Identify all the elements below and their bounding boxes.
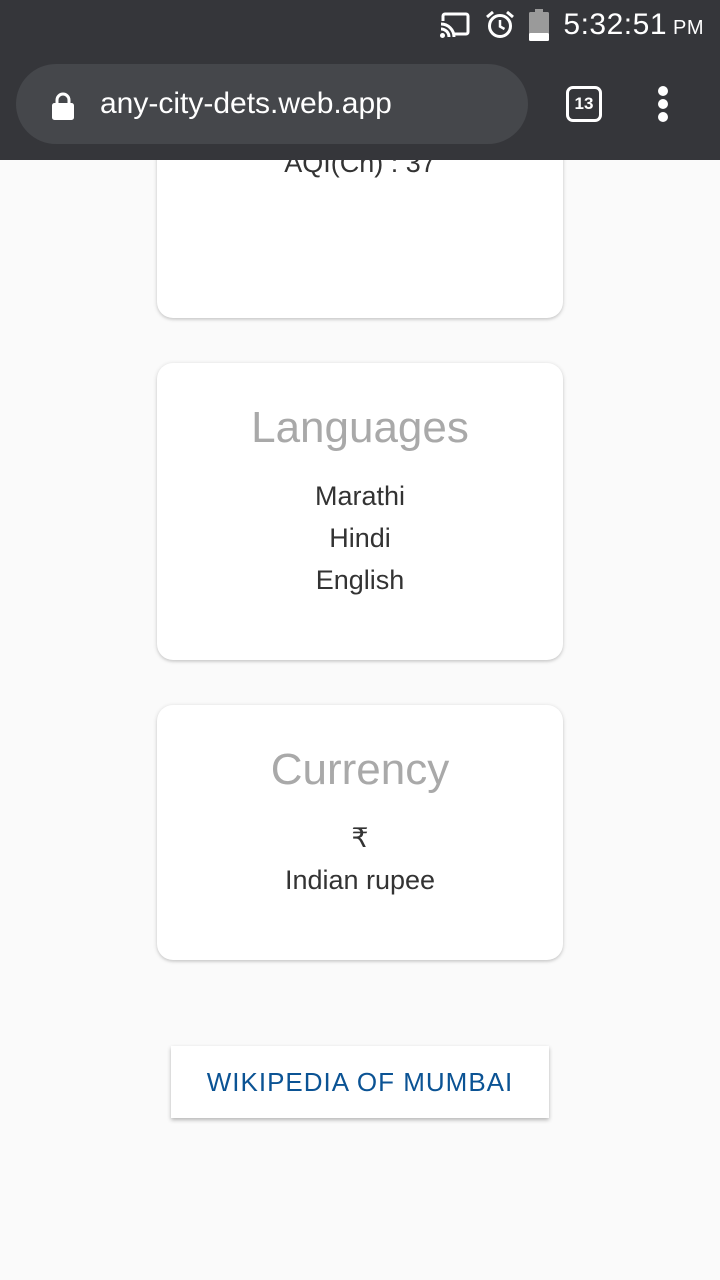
language-item: English xyxy=(315,565,405,595)
cast-icon xyxy=(439,11,471,39)
currency-name: Indian rupee xyxy=(284,865,436,895)
alarm-icon xyxy=(485,10,515,40)
aqi-value: AQI(Cn) : 37 xyxy=(284,160,436,178)
address-bar[interactable]: any-city-dets.web.app xyxy=(16,64,528,144)
currency-card: Currency ₹ Indian rupee xyxy=(157,705,563,960)
page-content: AQI(Cn) : 37 Languages Marathi Hindi Eng… xyxy=(0,160,720,1280)
wikipedia-button[interactable]: WIKIPEDIA OF MUMBAI xyxy=(171,1046,549,1118)
language-item: Marathi xyxy=(314,481,406,511)
status-bar: 5:32:51 PM xyxy=(0,0,720,50)
languages-list: Marathi Hindi English xyxy=(157,475,563,601)
more-vert-icon[interactable] xyxy=(654,86,674,122)
tab-switcher-button[interactable]: 13 xyxy=(566,86,602,122)
url-text[interactable]: any-city-dets.web.app xyxy=(100,64,392,144)
currency-symbol: ₹ xyxy=(351,823,369,853)
status-clock: 5:32:51 PM xyxy=(563,8,704,42)
clock-ampm: PM xyxy=(673,17,704,39)
lock-icon[interactable] xyxy=(52,92,74,125)
languages-title: Languages xyxy=(251,403,469,452)
tab-count: 13 xyxy=(574,94,594,113)
language-item: Hindi xyxy=(329,523,391,553)
currency-details: ₹ Indian rupee xyxy=(157,817,563,901)
aqi-card: AQI(Cn) : 37 xyxy=(157,160,563,318)
clock-time: 5:32:51 xyxy=(563,8,667,41)
currency-title: Currency xyxy=(270,745,450,794)
browser-chrome: 5:32:51 PM any-city-dets.web.app 13 xyxy=(0,0,720,160)
languages-card: Languages Marathi Hindi English xyxy=(157,363,563,660)
battery-icon xyxy=(529,9,550,41)
